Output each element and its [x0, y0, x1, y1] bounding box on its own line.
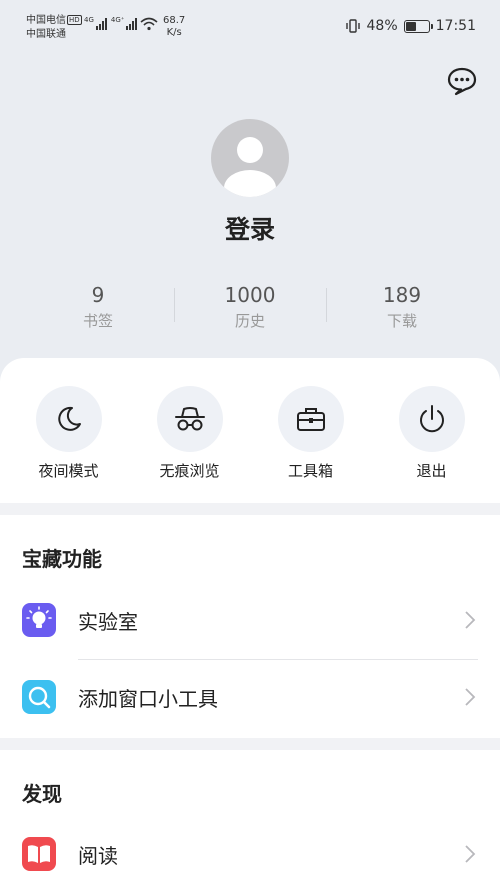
user-avatar-icon	[224, 137, 276, 197]
carrier-info: 中国电信 HD 中国联通	[26, 14, 82, 42]
incognito-button[interactable]: 无痕浏览	[142, 386, 238, 481]
list-item-lab[interactable]: 实验室	[0, 586, 500, 656]
discover-section: 发现 阅读	[0, 750, 500, 884]
night-mode-button[interactable]: 夜间模式	[21, 386, 117, 481]
toolbox-icon	[296, 408, 325, 431]
stat-history[interactable]: 1000 历史	[174, 282, 326, 334]
signal-1-icon: 4G	[84, 16, 107, 30]
exit-button[interactable]: 退出	[384, 386, 480, 481]
vibrate-icon	[345, 19, 360, 33]
signal-icons: 4G 4G⁺	[84, 16, 138, 30]
signal-2-icon: 4G⁺	[111, 16, 138, 30]
power-icon	[419, 405, 444, 433]
chevron-right-icon	[465, 611, 476, 629]
carrier-1: 中国电信	[26, 15, 66, 26]
hd-badge: HD	[67, 15, 82, 25]
avatar[interactable]	[211, 119, 289, 197]
network-speed: 68.7 K/s	[163, 15, 186, 38]
wifi-icon	[140, 17, 158, 31]
chevron-right-icon	[465, 688, 476, 706]
treasure-section: 宝藏功能 实验室 添加窗口小工具	[0, 515, 500, 738]
battery-icon	[403, 19, 433, 33]
chevron-right-icon	[465, 845, 476, 863]
moon-icon	[57, 406, 81, 431]
quick-actions-card: 夜间模式 无痕浏览 工具箱 退出	[0, 358, 500, 503]
status-bar: 中国电信 HD 中国联通 4G 4G⁺ 68.7 K/s 48% 17:51	[0, 0, 500, 48]
battery-percent: 48%	[366, 18, 398, 34]
widget-search-icon	[22, 680, 56, 714]
stat-downloads[interactable]: 189 下载	[326, 282, 478, 334]
incognito-icon	[174, 407, 205, 431]
toolbox-button[interactable]: 工具箱	[263, 386, 359, 481]
list-item-reading[interactable]: 阅读	[0, 820, 500, 884]
lab-bulb-icon	[22, 603, 56, 637]
list-item-add-widget[interactable]: 添加窗口小工具	[0, 663, 500, 733]
discover-title: 发现	[22, 782, 62, 806]
book-icon	[22, 837, 56, 871]
clock: 17:51	[435, 18, 476, 34]
message-icon[interactable]	[446, 66, 478, 96]
stat-bookmarks[interactable]: 9 书签	[22, 282, 174, 334]
section-separator	[0, 738, 500, 750]
divider	[78, 659, 478, 660]
carrier-2: 中国联通	[26, 29, 66, 40]
treasure-title: 宝藏功能	[22, 547, 102, 571]
stats-bar: 9 书签 1000 历史 189 下载	[22, 282, 478, 334]
login-button[interactable]: 登录	[0, 210, 500, 246]
section-separator	[0, 503, 500, 515]
